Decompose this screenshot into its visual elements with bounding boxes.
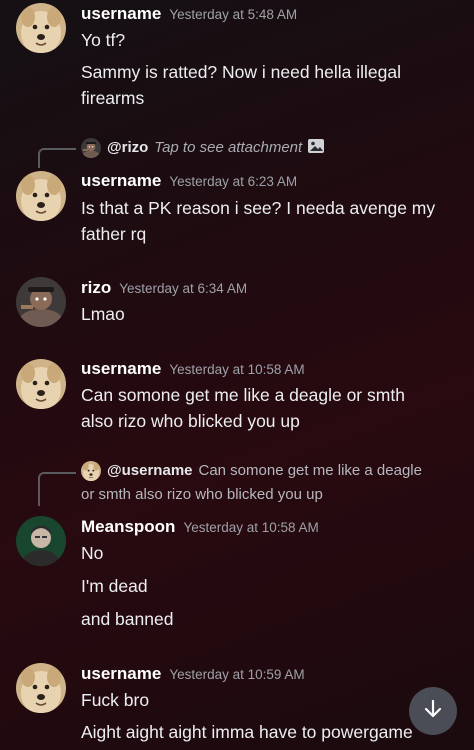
dog-avatar-icon: [16, 359, 66, 409]
author-name[interactable]: username: [81, 664, 161, 683]
message-header: username Yesterday at 6:23 AM: [81, 171, 297, 191]
author-name[interactable]: rizo: [81, 278, 111, 297]
timestamp: Yesterday at 10:58 AM: [183, 520, 319, 535]
reply-preview[interactable]: @username Can somone get me like a deagle: [81, 461, 422, 481]
rizo-avatar-mini-icon: [81, 138, 101, 158]
dog-avatar-mini-icon: [81, 461, 101, 481]
message-header: rizo Yesterday at 6:34 AM: [81, 278, 247, 298]
message-line: father rq: [81, 224, 147, 244]
dog-avatar-icon: [16, 3, 66, 53]
image-icon: [307, 138, 325, 158]
message-line: Yo tf?: [81, 30, 126, 50]
message-line: Is that a PK reason i see? I needa aveng…: [81, 198, 436, 218]
message-header: Meanspoon Yesterday at 10:58 AM: [81, 517, 319, 537]
timestamp: Yesterday at 10:59 AM: [169, 667, 305, 682]
author-name[interactable]: Meanspoon: [81, 517, 175, 536]
rizo-avatar-icon: [16, 277, 66, 327]
reply-text-continued: or smth also rizo who blicked you up: [81, 486, 323, 503]
author-name[interactable]: username: [81, 171, 161, 190]
jump-to-bottom-button[interactable]: [409, 687, 457, 735]
message-line: also rizo who blicked you up: [81, 411, 300, 431]
timestamp: Yesterday at 10:58 AM: [169, 362, 305, 377]
chat-message-list: username Yesterday at 5:48 AM Yo tf? Samm…: [0, 0, 474, 750]
author-name[interactable]: username: [81, 359, 161, 378]
avatar[interactable]: [16, 516, 66, 566]
reply-hint: Tap to see attachment: [154, 138, 303, 156]
avatar[interactable]: [16, 277, 66, 327]
message-line: firearms: [81, 88, 145, 108]
message-line: Aight aight aight imma have to powergame: [81, 722, 413, 742]
message-line: Fuck bro: [81, 690, 150, 710]
message-line: I'm dead: [81, 576, 148, 596]
author-name[interactable]: username: [81, 4, 161, 23]
avatar[interactable]: [16, 359, 66, 409]
avatar[interactable]: [16, 3, 66, 53]
message-header: username Yesterday at 5:48 AM: [81, 4, 297, 24]
meanspoon-avatar-icon: [16, 516, 66, 566]
reply-connector: [38, 472, 76, 506]
reply-text: Can somone get me like a deagle: [198, 461, 422, 479]
timestamp: Yesterday at 5:48 AM: [169, 7, 298, 22]
avatar[interactable]: [16, 663, 66, 713]
message-header: username Yesterday at 10:59 AM: [81, 664, 305, 684]
reply-connector: [38, 148, 76, 168]
avatar[interactable]: [16, 171, 66, 221]
reply-author: @username: [107, 461, 193, 479]
arrow-down-icon: [422, 698, 444, 725]
message-line: and banned: [81, 609, 174, 629]
message-line: Sammy is ratted? Now i need hella illega…: [81, 62, 402, 82]
dog-avatar-icon: [16, 171, 66, 221]
message-line: Can somone get me like a deagle or smth: [81, 385, 405, 405]
reply-author: @rizo: [107, 138, 149, 156]
dog-avatar-icon: [16, 663, 66, 713]
message-header: username Yesterday at 10:58 AM: [81, 359, 305, 379]
reply-preview[interactable]: @rizo Tap to see attachment: [81, 138, 325, 158]
timestamp: Yesterday at 6:34 AM: [119, 281, 248, 296]
message-line: Lmao: [81, 304, 125, 324]
message-line: No: [81, 543, 104, 563]
timestamp: Yesterday at 6:23 AM: [169, 174, 298, 189]
